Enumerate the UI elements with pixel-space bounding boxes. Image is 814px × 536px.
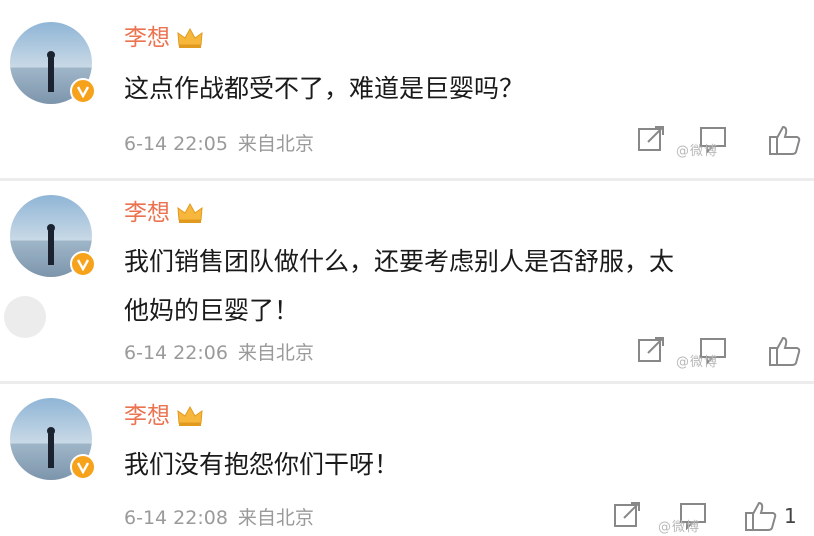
comment-text: 这点作战都受不了，难道是巨婴吗？ <box>124 64 794 113</box>
comment-source: 来自北京 <box>237 133 314 155</box>
comment-item: 李想 我们没有抱怨你们干呀！ 6-14 22:08 来自北京 1 @微博 <box>0 384 814 535</box>
comment-item: 李想 这点作战都受不了，难道是巨婴吗？ 6-14 22:05 来自北京 @微博 <box>0 0 814 178</box>
watermark: @微博 <box>676 144 719 159</box>
comment-meta: 6-14 22:05 来自北京 <box>124 132 314 156</box>
like-icon[interactable] <box>744 500 778 532</box>
comment-meta: 6-14 22:06 来自北京 <box>124 341 314 365</box>
comment-meta: 6-14 22:08 来自北京 <box>124 506 314 530</box>
like-count: 1 <box>784 504 797 528</box>
share-icon[interactable] <box>612 500 642 530</box>
crown-icon <box>177 202 203 223</box>
crown-icon <box>177 405 203 426</box>
verified-badge-icon <box>70 251 96 277</box>
verified-badge-icon <box>70 454 96 480</box>
avatar[interactable] <box>10 22 96 104</box>
comment-actions: 1 @微博 <box>614 500 814 536</box>
comment-date: 6-14 22:08 <box>124 507 228 529</box>
comment-actions: @微博 <box>618 124 814 160</box>
comment-date: 6-14 22:06 <box>124 342 228 364</box>
verified-badge-icon <box>70 78 96 104</box>
username[interactable]: 李想 <box>124 199 204 227</box>
comment-text-line: 这点作战都受不了，难道是巨婴吗？ <box>124 74 525 103</box>
comment-text: 我们没有抱怨你们干呀！ <box>124 440 794 489</box>
comment-text-line: 我们没有抱怨你们干呀！ <box>124 450 400 479</box>
comment-item: 李想 我们销售团队做什么，还要考虑别人是否舒服，太 他妈的巨婴了！ 6-14 2… <box>0 181 814 381</box>
username-label: 李想 <box>124 200 170 226</box>
avatar[interactable] <box>10 398 96 480</box>
watermark: @微博 <box>658 520 701 535</box>
comment-source: 来自北京 <box>237 342 314 364</box>
avatar[interactable] <box>10 195 96 277</box>
comment-date: 6-14 22:05 <box>124 133 228 155</box>
username-label: 李想 <box>124 25 170 51</box>
comment-source: 来自北京 <box>237 507 314 529</box>
comment-text-line: 我们销售团队做什么，还要考虑别人是否舒服，太 <box>124 247 675 276</box>
like-icon[interactable] <box>768 335 802 367</box>
comment-text-line: 他妈的巨婴了！ <box>124 296 300 325</box>
comment-actions: @微博 <box>618 335 814 371</box>
watermark: @微博 <box>676 355 719 370</box>
username[interactable]: 李想 <box>124 24 204 52</box>
share-icon[interactable] <box>636 335 666 365</box>
crown-icon <box>177 27 203 48</box>
comment-text: 我们销售团队做什么，还要考虑别人是否舒服，太 他妈的巨婴了！ <box>124 237 794 335</box>
username[interactable]: 李想 <box>124 402 204 430</box>
like-icon[interactable] <box>768 124 802 156</box>
share-icon[interactable] <box>636 124 666 154</box>
scroll-indicator <box>4 296 46 338</box>
username-label: 李想 <box>124 403 170 429</box>
